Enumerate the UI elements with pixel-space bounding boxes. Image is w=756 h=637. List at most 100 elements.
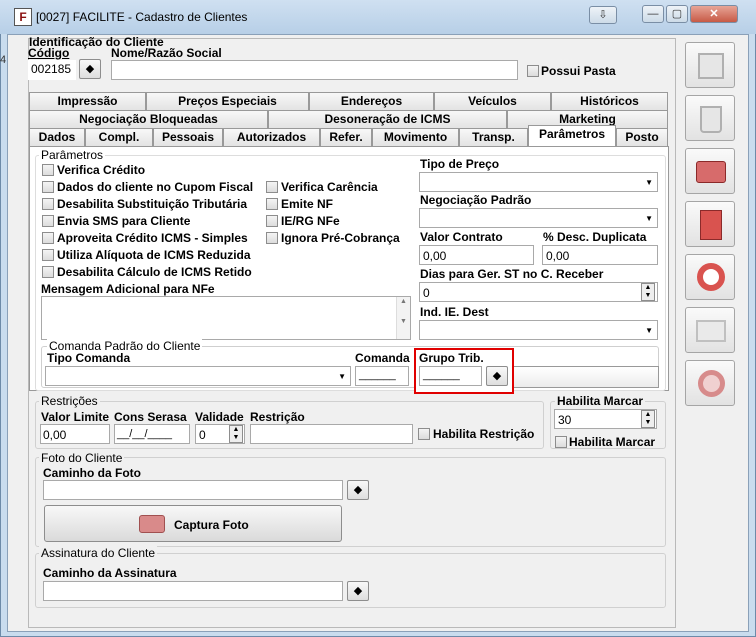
checkbox-dados-cupom[interactable] xyxy=(42,181,54,193)
tab-precos-especiais[interactable]: Preços Especiais xyxy=(146,92,309,110)
id-card-button[interactable] xyxy=(685,307,735,353)
comanda-input[interactable]: ______ xyxy=(355,366,409,386)
search-foto-button[interactable]: ◆ xyxy=(347,480,369,500)
habilita-restricao-label: Habilita Restrição xyxy=(433,427,535,441)
dias-st-label: Dias para Ger. ST no C. Receber xyxy=(420,267,604,281)
restore-icon[interactable]: ⇩ xyxy=(589,6,617,24)
comanda-extra-button[interactable] xyxy=(511,366,659,388)
foto-title: Foto do Cliente xyxy=(39,451,125,465)
valor-contrato-input[interactable]: 0,00 xyxy=(419,245,534,265)
valor-limite-input[interactable]: 0,00 xyxy=(40,424,110,444)
tab-movimento[interactable]: Movimento xyxy=(372,128,459,146)
caminho-assinatura-input[interactable] xyxy=(43,581,343,601)
tab-transp[interactable]: Transp. xyxy=(459,128,528,146)
exit-button[interactable] xyxy=(685,201,735,247)
tipo-preco-label: Tipo de Preço xyxy=(420,157,500,171)
tab-enderecos[interactable]: Endereços xyxy=(309,92,434,110)
mensagem-textarea[interactable] xyxy=(41,296,411,340)
marcar-spinner[interactable]: ▲ ▼ xyxy=(641,410,655,428)
label-aproveita-credito: Aproveita Crédito ICMS - Simples xyxy=(57,231,248,245)
app-icon: F xyxy=(14,8,32,26)
checkbox-desabilita-st[interactable] xyxy=(42,198,54,210)
checkbox-envia-sms[interactable] xyxy=(42,215,54,227)
ind-ie-label: Ind. IE. Dest xyxy=(420,305,489,319)
search-grupo-trib-button[interactable]: ◆ xyxy=(486,366,508,386)
trash-icon xyxy=(700,106,722,133)
label-emite-nf: Emite NF xyxy=(281,197,334,211)
tab-parametros[interactable]: Parâmetros xyxy=(528,125,616,146)
tab-pessoais[interactable]: Pessoais xyxy=(153,128,223,146)
checkbox-emite-nf[interactable] xyxy=(266,198,278,210)
dias-st-spinner[interactable]: ▲ ▼ xyxy=(641,283,655,301)
tab-dados[interactable]: Dados xyxy=(29,128,85,146)
help-button[interactable] xyxy=(685,254,735,300)
tab-historicos[interactable]: Históricos xyxy=(551,92,668,110)
search-cliente-button[interactable]: ◆ xyxy=(79,59,101,79)
camera-icon xyxy=(139,515,165,533)
tab-posto[interactable]: Posto xyxy=(616,128,668,146)
codigo-input[interactable]: 002185 xyxy=(28,60,76,80)
tipo-comanda-select[interactable]: ▼ xyxy=(45,366,351,386)
help-lifebuoy-icon xyxy=(697,263,725,291)
tab-impressao[interactable]: Impressão xyxy=(29,92,146,110)
caminho-foto-label: Caminho da Foto xyxy=(43,466,141,480)
captura-foto-button[interactable]: Captura Foto xyxy=(44,505,342,542)
checkbox-aproveita-credito[interactable] xyxy=(42,232,54,244)
tab-autorizados[interactable]: Autorizados xyxy=(223,128,320,146)
nome-input[interactable] xyxy=(111,60,518,80)
label-ie-rg-nfe: IE/RG NFe xyxy=(281,214,340,228)
negociacao-label: Negociação Padrão xyxy=(420,193,532,207)
mensagem-scrollbar[interactable]: ▲ ▼ xyxy=(396,297,410,339)
serasa-input[interactable]: __/__/____ xyxy=(114,424,190,444)
tab-compl[interactable]: Compl. xyxy=(85,128,153,146)
validade-spinner[interactable]: ▲ ▼ xyxy=(229,425,243,443)
mensagem-label: Mensagem Adicional para NFe xyxy=(41,282,215,296)
parametros-title: Parâmetros xyxy=(39,148,106,162)
possui-pasta-checkbox[interactable] xyxy=(527,65,539,77)
serasa-label: Cons Serasa xyxy=(114,410,187,424)
tab-veiculos[interactable]: Veículos xyxy=(434,92,551,110)
print-button[interactable] xyxy=(685,148,735,194)
checkbox-aliquota-reduzida[interactable] xyxy=(42,249,54,261)
label-verifica-carencia: Verifica Carência xyxy=(281,180,378,194)
label-dados-cupom: Dados do cliente no Cupom Fiscal xyxy=(57,180,254,194)
checkbox-desabilita-icms-retido[interactable] xyxy=(42,266,54,278)
label-verifica-credito: Verifica Crédito xyxy=(57,163,146,177)
close-icon[interactable]: ✕ xyxy=(690,5,738,23)
label-desabilita-icms-retido: Desabilita Cálculo de ICMS Retido xyxy=(57,265,252,279)
checkbox-ignora-pre-cobranca[interactable] xyxy=(266,232,278,244)
caminho-foto-input[interactable] xyxy=(43,480,343,500)
maximize-icon[interactable]: ▢ xyxy=(666,5,688,23)
valor-limite-label: Valor Limite xyxy=(41,410,110,424)
checkbox-ie-rg-nfe[interactable] xyxy=(266,215,278,227)
tab-refer[interactable]: Refer. xyxy=(320,128,372,146)
dias-st-input[interactable]: 0 xyxy=(419,282,658,302)
restricao-label: Restrição xyxy=(250,410,305,424)
marcar-title: Habilita Marcar xyxy=(555,394,646,408)
minimize-icon[interactable]: — xyxy=(642,5,664,23)
checkbox-verifica-carencia[interactable] xyxy=(266,181,278,193)
grupo-trib-input[interactable]: ______ xyxy=(419,366,482,386)
label-aliquota-reduzida: Utiliza Alíquota de ICMS Reduzida xyxy=(57,248,251,262)
delete-button[interactable] xyxy=(685,95,735,141)
habilita-restricao-checkbox[interactable] xyxy=(418,428,430,440)
validade-label: Validade xyxy=(195,410,244,424)
id-card-icon xyxy=(696,320,726,342)
search-assinatura-button[interactable]: ◆ xyxy=(347,581,369,601)
habilita-marcar-checkbox[interactable] xyxy=(555,436,567,448)
save-button[interactable] xyxy=(685,42,735,88)
tab-negociacao-bloqueadas[interactable]: Negociação Bloqueadas xyxy=(29,110,268,128)
chevron-down-icon: ▼ xyxy=(645,326,653,335)
desc-duplicata-input[interactable]: 0,00 xyxy=(542,245,658,265)
settings-button[interactable] xyxy=(685,360,735,406)
ind-ie-select[interactable]: ▼ xyxy=(419,320,658,340)
restricao-input[interactable] xyxy=(250,424,413,444)
caminho-assinatura-label: Caminho da Assinatura xyxy=(43,566,177,580)
chevron-down-icon: ▼ xyxy=(338,372,346,381)
checkbox-verifica-credito[interactable] xyxy=(42,164,54,176)
tab-desoneracao-icms[interactable]: Desoneração de ICMS xyxy=(268,110,507,128)
nome-label: Nome/Razão Social xyxy=(111,46,222,60)
tipo-preco-select[interactable]: ▼ xyxy=(419,172,658,192)
label-desabilita-st: Desabilita Substituição Tributária xyxy=(57,197,248,211)
negociacao-select[interactable]: ▼ xyxy=(419,208,658,228)
